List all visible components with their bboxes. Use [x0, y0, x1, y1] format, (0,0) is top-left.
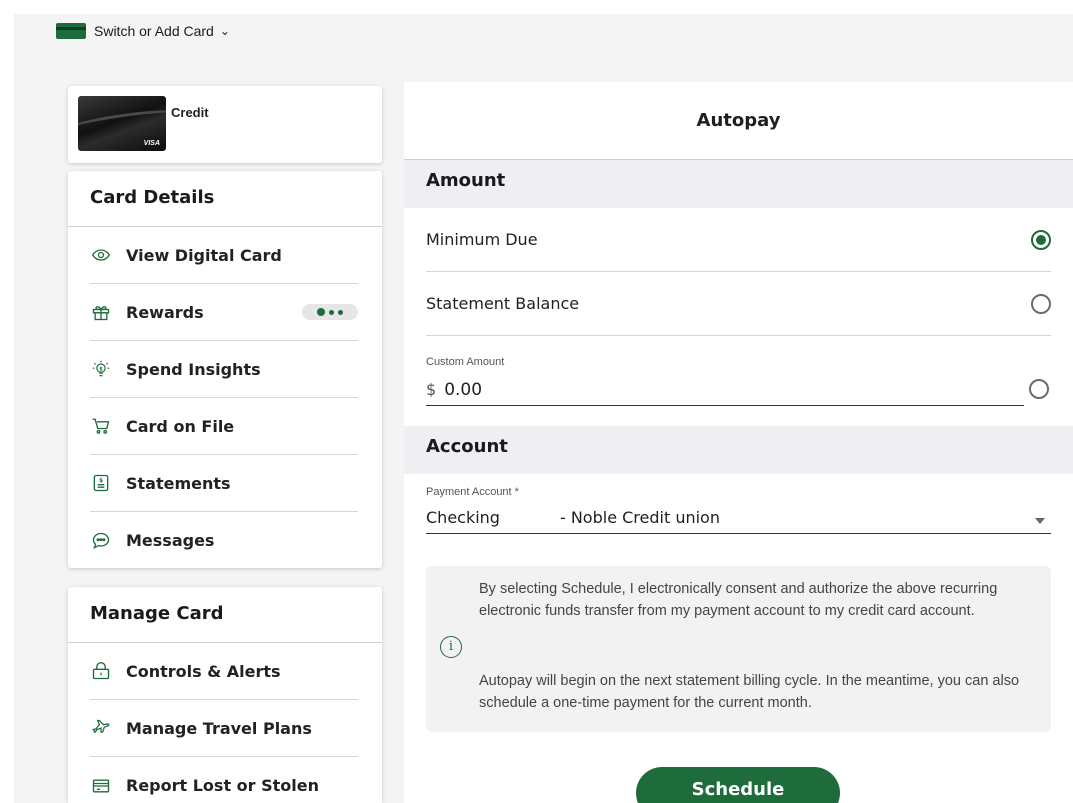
airplane-icon — [90, 718, 112, 738]
radio-statement-balance[interactable] — [1031, 293, 1051, 314]
chat-bubble-icon — [90, 531, 112, 551]
currency-symbol: $ — [426, 380, 437, 399]
payment-account-label: Payment Account * — [426, 486, 519, 498]
menu-item-label: Controls & Alerts — [126, 661, 281, 681]
custom-amount-label: Custom Amount — [426, 356, 505, 368]
lock-icon — [90, 661, 112, 681]
payment-account-field: Payment Account * Checking - Noble Credi… — [426, 474, 1051, 566]
autopay-title: Autopay — [404, 82, 1073, 160]
menu-item-label: Manage Travel Plans — [126, 718, 312, 738]
manage-card-title: Manage Card — [68, 587, 382, 643]
chevron-down-icon: ⌄ — [219, 24, 230, 38]
account-section-header: Account — [404, 426, 1073, 474]
payment-account-select[interactable]: Checking - Noble Credit union — [426, 502, 1051, 534]
option-label: Minimum Due — [426, 230, 538, 249]
card-summary[interactable]: VISA Credit — [68, 86, 382, 163]
radio-custom-amount[interactable] — [1029, 379, 1049, 399]
switch-card-label: Switch or Add Card — [94, 23, 214, 39]
menu-item-card-on-file[interactable]: Card on File — [90, 398, 358, 455]
document-dollar-icon: $ — [90, 473, 112, 493]
autopay-start-text: Autopay will begin on the next statement… — [479, 673, 1020, 711]
eye-icon — [90, 245, 112, 265]
visa-logo: VISA — [143, 140, 160, 147]
menu-item-rewards[interactable]: Rewards — [90, 284, 358, 341]
amount-section-header: Amount — [404, 160, 1073, 208]
option-label: Statement Balance — [426, 294, 580, 313]
loading-indicator — [302, 304, 358, 320]
option-statement-balance[interactable]: Statement Balance — [426, 272, 1051, 336]
radio-minimum-due[interactable] — [1031, 229, 1051, 250]
card-icon — [56, 23, 86, 39]
option-custom-amount: Custom Amount $ 0.00 — [426, 336, 1051, 426]
menu-item-travel-plans[interactable]: Manage Travel Plans — [90, 700, 358, 757]
menu-item-controls-alerts[interactable]: Controls & Alerts — [90, 643, 358, 700]
autopay-panel: Autopay Amount Minimum Due Statement Bal… — [404, 82, 1073, 803]
menu-item-label: Statements — [126, 473, 231, 493]
menu-item-label: Report Lost or Stolen — [126, 776, 319, 795]
menu-item-statements[interactable]: $ Statements — [90, 455, 358, 512]
menu-item-view-digital-card[interactable]: View Digital Card — [90, 227, 358, 284]
card-details-panel: Card Details View Digital Card Rewards $… — [68, 171, 382, 568]
consent-text: By selecting Schedule, I electronically … — [479, 581, 998, 619]
custom-amount-value: 0.00 — [444, 379, 483, 400]
menu-item-spend-insights[interactable]: $ Spend Insights — [90, 341, 358, 398]
manage-card-panel: Manage Card Controls & Alerts Manage Tra… — [68, 587, 382, 803]
svg-text:$: $ — [99, 366, 103, 372]
menu-item-label: Spend Insights — [126, 359, 261, 379]
info-icon: i — [440, 636, 462, 658]
dropdown-caret-icon — [1035, 517, 1045, 524]
payment-account-name: - Noble Credit union — [559, 508, 720, 527]
menu-item-label: Card on File — [126, 416, 235, 436]
menu-item-report-lost-stolen[interactable]: Report Lost or Stolen — [90, 757, 358, 803]
option-minimum-due[interactable]: Minimum Due — [426, 208, 1051, 272]
svg-text:$: $ — [99, 478, 103, 484]
menu-item-label: Rewards — [126, 302, 204, 322]
menu-item-label: Messages — [126, 531, 215, 550]
cart-icon — [90, 416, 112, 436]
custom-amount-input[interactable]: $ 0.00 — [426, 374, 1024, 406]
schedule-button[interactable]: Schedule — [636, 767, 840, 803]
card-report-icon — [90, 776, 112, 796]
card-type-label: Credit — [171, 105, 209, 120]
menu-item-label: View Digital Card — [126, 245, 282, 265]
menu-item-messages[interactable]: Messages — [90, 512, 358, 569]
consent-notice: i By selecting Schedule, I electronicall… — [426, 566, 1051, 732]
switch-card-button[interactable]: Switch or Add Card ⌄ — [56, 23, 230, 39]
card-details-title: Card Details — [68, 171, 382, 227]
lightbulb-dollar-icon: $ — [90, 359, 112, 379]
card-image: VISA — [78, 96, 166, 151]
gift-icon — [90, 302, 112, 322]
payment-account-type: Checking — [426, 508, 500, 527]
